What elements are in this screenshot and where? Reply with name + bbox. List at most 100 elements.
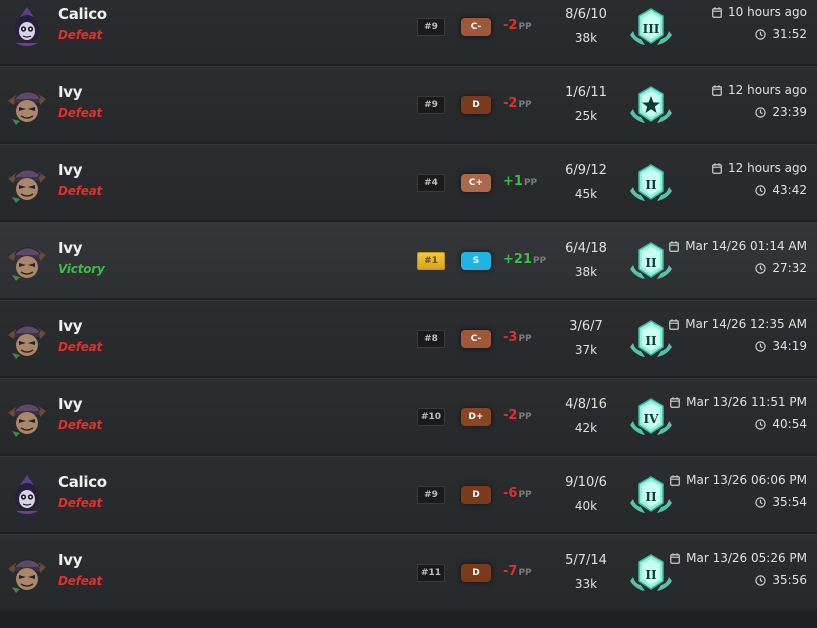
damage: 37k	[574, 343, 598, 357]
placement-badge: #9	[417, 486, 445, 504]
hero-name: Ivy	[58, 395, 83, 413]
match-duration-text: 35:56	[772, 573, 807, 587]
rank-emblem-icon: III	[627, 5, 675, 49]
pp-change: +1PP	[503, 174, 547, 189]
damage: 38k	[574, 31, 598, 45]
match-row[interactable]: Ivy Defeat #9 D -2PP 1/6/11 25k 12 hours…	[0, 66, 817, 142]
match-duration-text: 43:42	[772, 183, 807, 197]
clock-icon	[755, 575, 767, 586]
pp-value: -2	[503, 96, 518, 111]
match-duration: 23:39	[755, 105, 807, 119]
pp-value: -7	[503, 564, 518, 579]
match-duration-text: 40:54	[772, 417, 807, 431]
match-result: Defeat	[58, 418, 103, 432]
damage: 40k	[574, 499, 598, 513]
match-row[interactable]: Ivy Defeat #11 D -7PP 5/7/14 33k II Mar …	[0, 534, 817, 610]
hero-name: Calico	[58, 5, 107, 23]
match-row[interactable]: Ivy Defeat #10 D+ -2PP 4/8/16 42k IV Mar…	[0, 378, 817, 454]
calendar-icon	[670, 397, 681, 408]
match-result: Defeat	[58, 106, 103, 120]
match-duration: 34:19	[755, 339, 807, 353]
hero-name: Ivy	[58, 551, 83, 569]
hero-name: Ivy	[58, 83, 83, 101]
grade-badge: C-	[461, 330, 491, 348]
kda: 5/7/14	[565, 553, 607, 568]
match-duration-text: 35:54	[772, 495, 807, 509]
hero-name: Ivy	[58, 317, 83, 335]
grade-badge: C-	[461, 18, 491, 36]
calendar-icon	[670, 553, 681, 564]
ivy-avatar-icon	[6, 161, 48, 203]
match-duration: 31:52	[755, 27, 807, 41]
calendar-icon	[669, 241, 680, 252]
calendar-icon	[712, 163, 722, 174]
placement-badge: #9	[417, 96, 445, 114]
match-row[interactable]: Ivy Defeat #4 C+ +1PP 6/9/12 45k II 12 h…	[0, 144, 817, 220]
match-row[interactable]: Ivy Defeat #8 C- -3PP 3/6/7 37k II Mar 1…	[0, 300, 817, 376]
match-date-text: Mar 14/26 12:35 AM	[685, 317, 807, 331]
clock-icon	[755, 29, 767, 40]
calendar-icon	[670, 475, 681, 486]
match-duration: 35:54	[755, 495, 807, 509]
placement-badge: #1	[417, 252, 445, 270]
calendar-icon	[712, 7, 722, 18]
match-date-text: 10 hours ago	[728, 5, 807, 19]
match-date-text: Mar 13/26 05:26 PM	[686, 551, 807, 565]
match-result: Victory	[58, 262, 105, 276]
ivy-avatar-icon	[6, 395, 48, 437]
damage: 42k	[574, 421, 598, 435]
pp-unit: PP	[518, 100, 532, 110]
pp-unit: PP	[518, 490, 532, 500]
ivy-avatar-icon	[6, 317, 48, 359]
clock-icon	[755, 497, 767, 508]
match-result: Defeat	[58, 340, 103, 354]
kda: 6/9/12	[565, 163, 607, 178]
match-duration: 43:42	[755, 183, 807, 197]
pp-change: -2PP	[503, 18, 547, 33]
grade-badge: D+	[461, 408, 491, 426]
match-duration: 27:32	[755, 261, 807, 275]
rank-emblem-icon: II	[627, 473, 675, 517]
svg-text:III: III	[643, 22, 660, 36]
match-row[interactable]: Calico Defeat #9 C- -2PP 8/6/10 38k III …	[0, 0, 817, 64]
clock-icon	[755, 419, 767, 430]
match-row[interactable]: Calico Defeat #9 D -6PP 9/10/6 40k II Ma…	[0, 456, 817, 532]
hero-name: Ivy	[58, 161, 83, 179]
match-date: 12 hours ago	[712, 83, 807, 97]
pp-change: -2PP	[503, 408, 547, 423]
match-date: Mar 13/26 11:51 PM	[670, 395, 807, 409]
rank-emblem-icon: IV	[627, 395, 675, 439]
grade-badge: S	[461, 252, 491, 270]
kda: 6/4/18	[565, 241, 607, 256]
rank-emblem-icon: II	[627, 161, 675, 205]
kda: 8/6/10	[565, 7, 607, 22]
ivy-avatar-icon	[6, 83, 48, 125]
placement-badge: #11	[417, 564, 445, 582]
pp-change: -6PP	[503, 486, 547, 501]
match-date-text: 12 hours ago	[728, 161, 807, 175]
match-date: Mar 14/26 12:35 AM	[669, 317, 807, 331]
clock-icon	[755, 341, 767, 352]
pp-change: -3PP	[503, 330, 547, 345]
calico-avatar-icon	[6, 5, 48, 47]
kda: 1/6/11	[565, 85, 607, 100]
calico-avatar-icon	[6, 473, 48, 515]
match-date-text: Mar 13/26 11:51 PM	[686, 395, 807, 409]
pp-change: -2PP	[503, 96, 547, 111]
match-result: Defeat	[58, 574, 103, 588]
grade-badge: C+	[461, 174, 491, 192]
placement-badge: #9	[417, 18, 445, 36]
placement-badge: #4	[417, 174, 445, 192]
match-date: Mar 14/26 01:14 AM	[669, 239, 807, 253]
calendar-icon	[669, 319, 680, 330]
grade-badge: D	[461, 96, 491, 114]
placement-badge: #8	[417, 330, 445, 348]
rank-emblem-icon: II	[627, 551, 675, 595]
svg-text:II: II	[645, 568, 657, 582]
calendar-icon	[712, 85, 722, 96]
match-date-text: Mar 13/26 06:06 PM	[686, 473, 807, 487]
match-duration: 40:54	[755, 417, 807, 431]
pp-unit: PP	[518, 412, 532, 422]
rank-emblem-icon: II	[627, 317, 675, 361]
match-row[interactable]: Ivy Victory #1 S +21PP 6/4/18 38k II Mar…	[0, 222, 817, 298]
